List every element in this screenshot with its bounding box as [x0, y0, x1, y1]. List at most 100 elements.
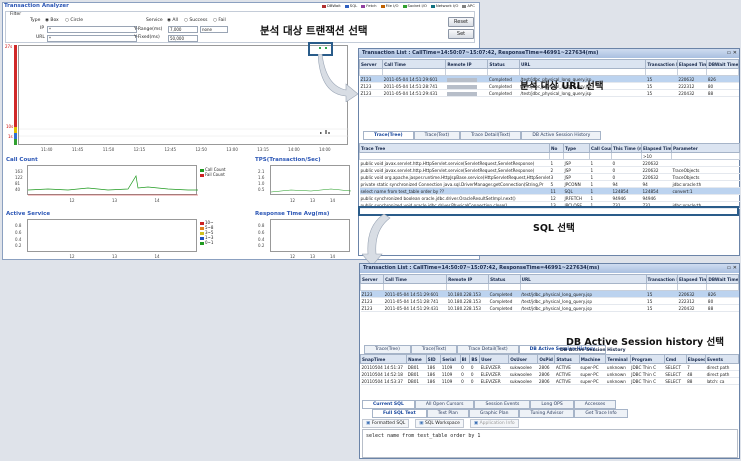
tab-accesses[interactable]: Accesses — [573, 400, 617, 409]
column-header[interactable]: OsUser — [508, 354, 539, 364]
column-header[interactable]: OsPid — [537, 354, 556, 364]
column-header[interactable]: Status — [554, 354, 580, 364]
txlist2-window-controls[interactable]: ▭ ✕ — [726, 265, 737, 271]
transaction-scatter-chart[interactable] — [18, 45, 349, 145]
table-row[interactable]: public void org.apache.jasper.runtime.Ht… — [359, 173, 740, 181]
column-header[interactable]: DBWait Time — [706, 274, 739, 284]
column-header[interactable]: URL — [519, 274, 647, 284]
filter-cell[interactable] — [676, 68, 708, 76]
column-header[interactable]: Call Count — [589, 143, 612, 153]
column-header[interactable]: User — [479, 354, 510, 364]
column-header[interactable]: Parameter — [671, 143, 740, 153]
scatter-cluster[interactable] — [328, 132, 330, 134]
column-header[interactable]: Remote IP — [445, 59, 489, 69]
tool-button-application-info[interactable]: ▣ Application Info — [469, 419, 519, 428]
column-header[interactable]: Name — [406, 354, 427, 364]
filter-cell[interactable] — [487, 68, 520, 76]
tab-all-open-cursors[interactable]: All Open Cursors — [414, 400, 475, 409]
reset-button[interactable]: Reset — [448, 17, 474, 27]
tab-db-active-session-history[interactable]: DB Active Session History — [521, 131, 602, 140]
column-header[interactable]: Call Time — [383, 274, 448, 284]
filter-cell[interactable] — [358, 68, 384, 76]
filter-cell[interactable] — [563, 152, 590, 160]
filter-cell[interactable]: >10 — [641, 152, 672, 160]
table-row[interactable]: Z123 2011-05-04 14:51:29:601 10.180.228.15… — [360, 290, 739, 298]
filter-cell[interactable] — [611, 152, 642, 160]
url-input[interactable]: * — [47, 35, 137, 42]
column-header[interactable]: Server — [359, 274, 385, 284]
column-header[interactable]: Remote IP — [446, 274, 490, 284]
tool-button-formatted-sql[interactable]: ▣ Formatted SQL — [362, 419, 410, 428]
column-header[interactable]: DBWait Time — [706, 59, 739, 69]
type-circle-radio[interactable]: ○ Circle — [65, 18, 83, 23]
column-header[interactable]: BI — [459, 354, 471, 364]
column-header[interactable]: Trace Tree — [359, 143, 550, 153]
filter-cell[interactable] — [445, 68, 489, 76]
txlist1-window-controls[interactable]: ▭ ✕ — [726, 50, 737, 56]
column-header[interactable]: Elapsed Time(ms) — [677, 274, 708, 284]
column-header[interactable]: SnapTime — [359, 354, 408, 364]
column-header[interactable]: SID — [425, 354, 442, 364]
table-row[interactable]: public void javax.servlet.http.HttpServl… — [359, 159, 740, 167]
column-header[interactable]: Transaction Length — [645, 274, 679, 284]
filter-cell[interactable] — [677, 283, 708, 291]
column-header[interactable]: Call Time — [382, 59, 447, 69]
column-header[interactable]: URL — [518, 59, 647, 69]
filter-cell[interactable] — [549, 152, 564, 160]
tab-trace-detail-text-[interactable]: Trace Detail(Text) — [460, 131, 522, 140]
column-header[interactable]: Machine — [578, 354, 607, 364]
table-row[interactable]: private static synchronized Connection j… — [359, 180, 740, 188]
filter-cell[interactable] — [671, 152, 740, 160]
filter-cell[interactable] — [706, 283, 739, 291]
table-row[interactable]: 20110504 14:53:37 DB01 186 1109 0 0 ELEVIZER su… — [360, 377, 739, 385]
tab-trace-tree-[interactable]: Trace(Tree) — [363, 131, 414, 140]
column-header[interactable]: Elapsed Time(ms) — [676, 59, 708, 69]
filter-cell[interactable] — [382, 68, 447, 76]
filter-cell[interactable] — [359, 283, 385, 291]
tool-button-sql-workspace[interactable]: ▣ SQL Workspace — [415, 419, 464, 428]
filter-cell[interactable] — [446, 283, 490, 291]
column-header[interactable]: Terminal — [605, 354, 631, 364]
tab-long-ops[interactable]: Long OPS — [530, 400, 574, 409]
ip-input[interactable]: * — [47, 26, 137, 33]
column-header[interactable]: Type — [563, 143, 590, 153]
filter-cell[interactable] — [645, 68, 678, 76]
tab-full-sql-text[interactable]: Full SQL Text — [372, 409, 427, 418]
tab-text-plan[interactable]: Text Plan — [426, 409, 469, 418]
tab-session-events[interactable]: Session Events — [474, 400, 531, 409]
filter-cell[interactable] — [706, 68, 739, 76]
service-all-radio[interactable]: ◉ All — [167, 18, 178, 23]
column-header[interactable]: Serial — [440, 354, 461, 364]
filter-cell[interactable] — [518, 68, 647, 76]
column-header[interactable]: Server — [358, 59, 384, 69]
yrange-unit-select[interactable]: none — [200, 26, 228, 33]
filter-cell[interactable] — [589, 152, 612, 160]
filter-cell[interactable] — [383, 283, 448, 291]
tab-current-sql[interactable]: Current SQL — [362, 400, 415, 409]
filter-cell[interactable] — [519, 283, 647, 291]
sql-text-area[interactable]: select name from test_table order by 1 — [362, 429, 738, 458]
scatter-cluster[interactable] — [325, 130, 327, 134]
set-button[interactable]: Set — [448, 29, 474, 39]
column-header[interactable]: Transaction Length — [645, 59, 678, 69]
column-header[interactable]: BS — [469, 354, 481, 364]
tab-trace-detail-text-[interactable]: Trace Detail(Text) — [457, 345, 519, 354]
table-row[interactable]: 20110504 14:51:37 DB01 186 1109 0 0 ELEVIZER su… — [360, 363, 739, 371]
scatter-cluster[interactable] — [320, 132, 322, 134]
tab-get-trace-info[interactable]: Get Trace Info — [574, 409, 628, 418]
column-header[interactable]: Cmd — [663, 354, 687, 364]
table-row[interactable]: public void javax.servlet.http.HttpServl… — [359, 166, 740, 174]
column-header[interactable]: This Time (ms) — [611, 143, 642, 153]
table-row[interactable]: select name from test_table order by ?? 1… — [359, 187, 740, 195]
table-row[interactable]: 20110504 14:52:18 DB01 186 1109 0 0 ELEVIZER su… — [360, 370, 739, 378]
filter-cell[interactable] — [359, 152, 550, 160]
column-header[interactable]: Elapsed — [685, 354, 707, 364]
filter-cell[interactable] — [645, 283, 679, 291]
column-header[interactable]: Status — [487, 59, 520, 69]
tab-graphic-plan[interactable]: Graphic Plan — [468, 409, 520, 418]
yrange-input[interactable]: 7,000 — [168, 26, 198, 33]
column-header[interactable]: No — [549, 143, 564, 153]
service-success-radio[interactable]: ○ Success — [184, 18, 207, 23]
service-fail-radio[interactable]: ○ Fail — [213, 18, 226, 23]
tab-trace-text-[interactable]: Trace(Text) — [410, 345, 458, 354]
